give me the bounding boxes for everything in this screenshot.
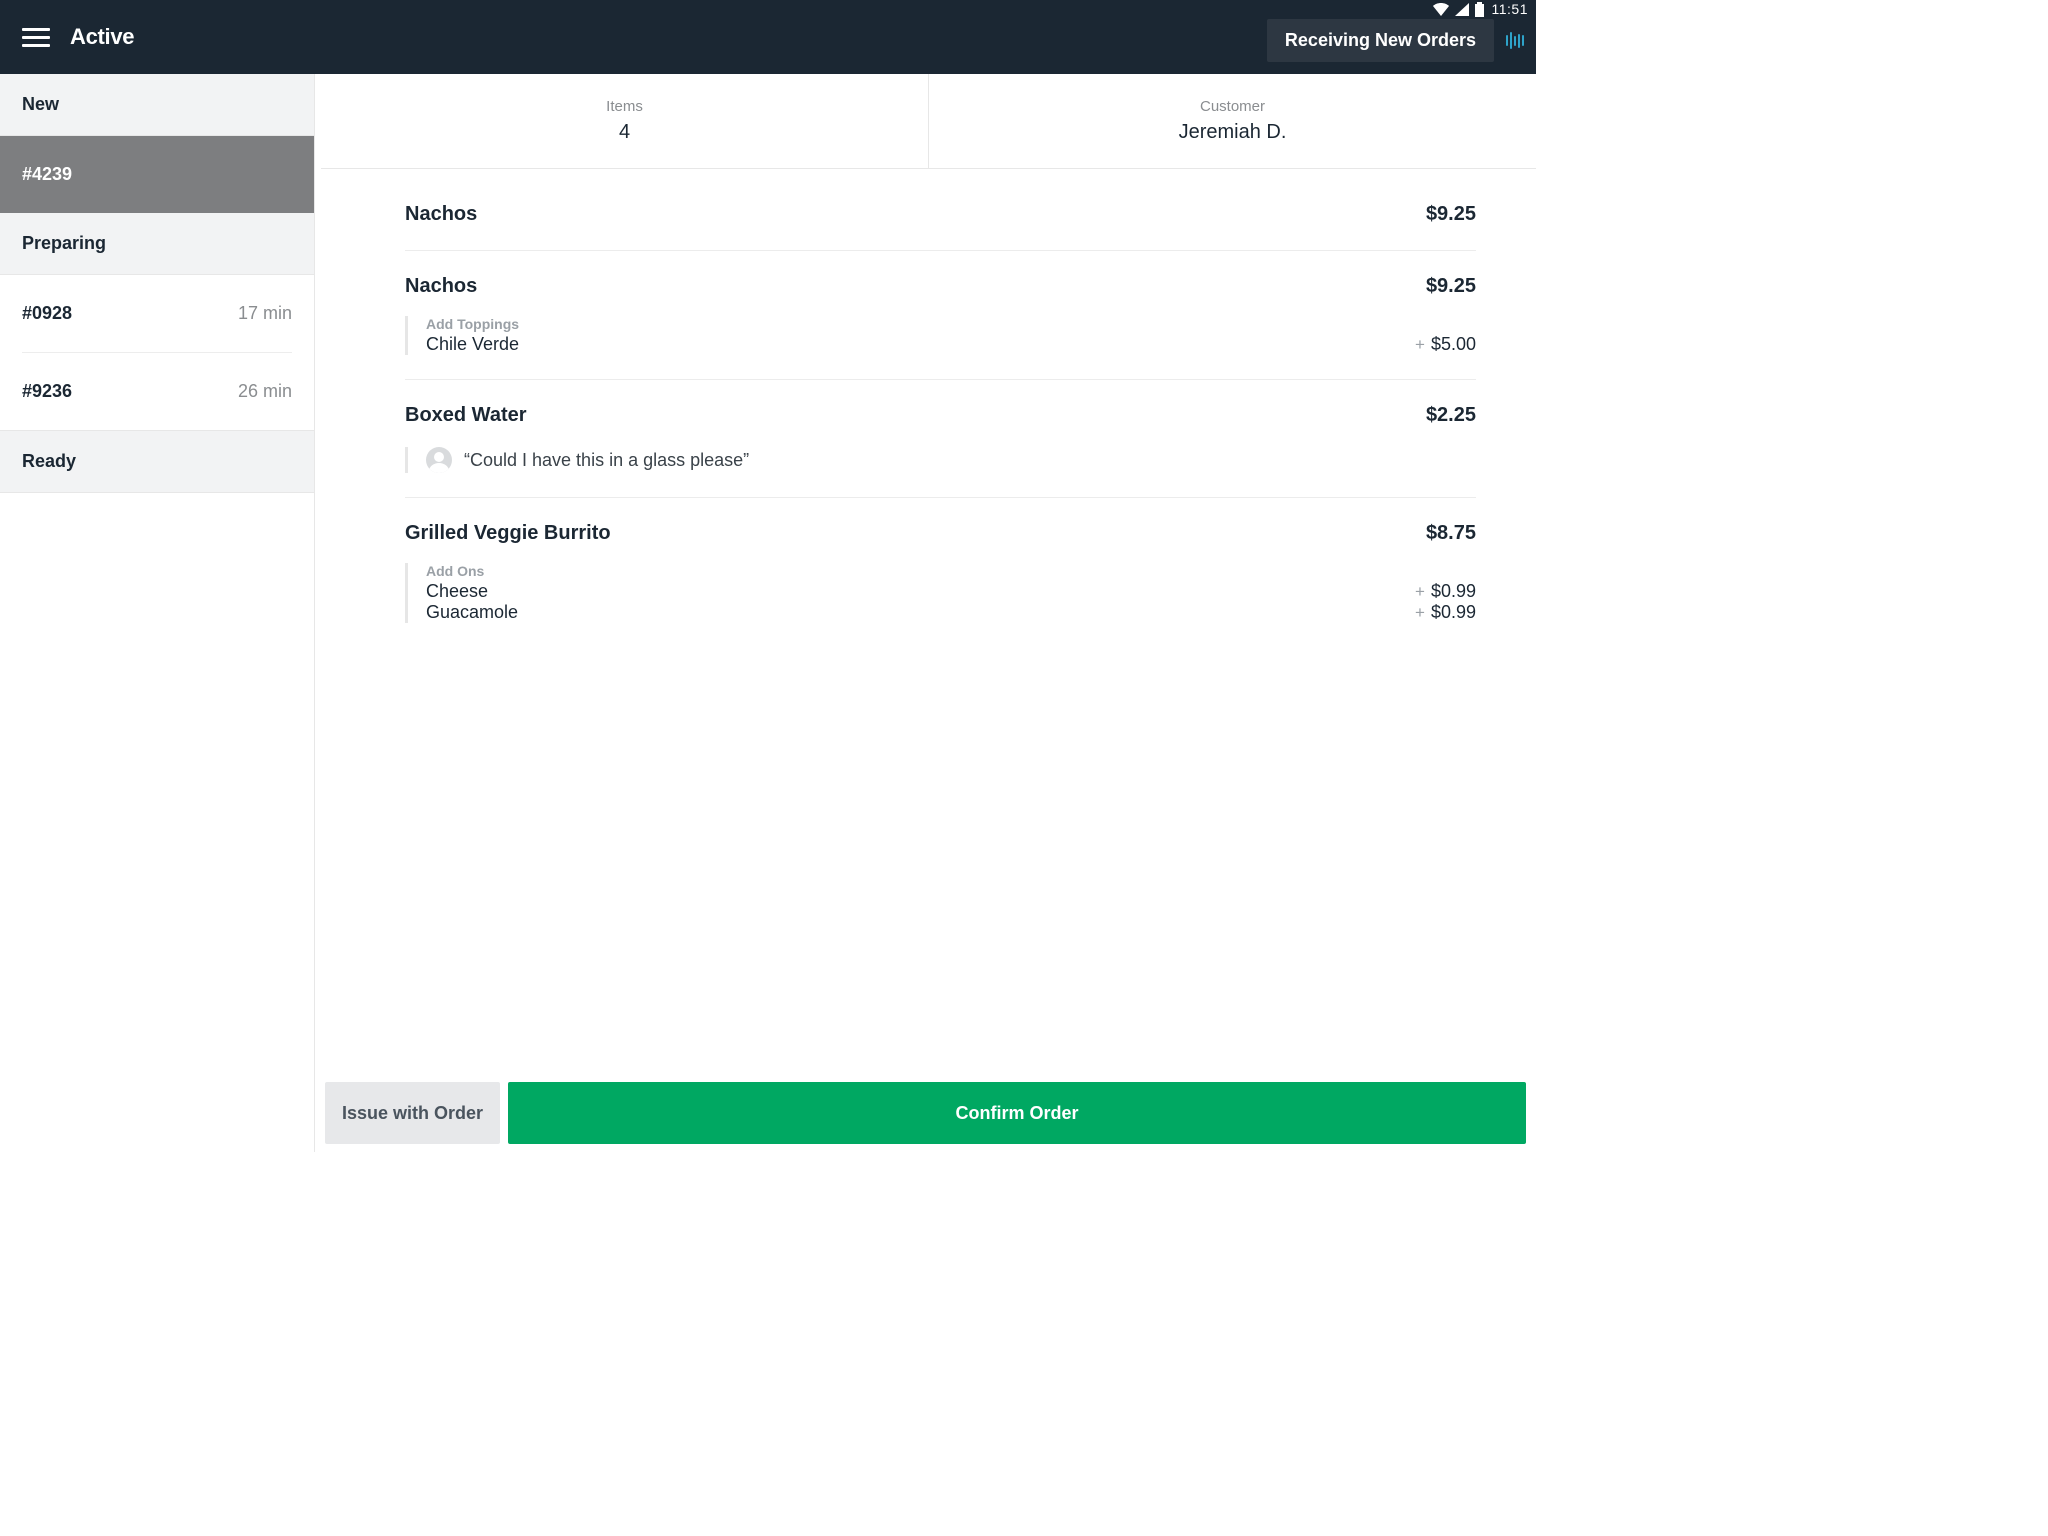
plus-icon: + — [1415, 582, 1425, 601]
note-text: “Could I have this in a glass please” — [464, 450, 749, 471]
modifier-price: +$0.99 — [1415, 602, 1476, 623]
status-bar-time: 11:51 — [1492, 1, 1529, 17]
modifier-group-label: Add Toppings — [426, 316, 1476, 332]
orders-sidebar: New #4239 Preparing #0928 17 min #9236 2… — [0, 74, 315, 1152]
summary-customer: Customer Jeremiah D. — [929, 74, 1536, 168]
item-price: $9.25 — [1426, 203, 1476, 226]
receiving-status-badge[interactable]: Receiving New Orders — [1267, 19, 1494, 62]
modifier-group-label: Add Ons — [426, 563, 1476, 579]
section-header-new[interactable]: New — [0, 74, 314, 136]
activity-pulse-icon[interactable] — [1502, 32, 1528, 49]
order-summary: Items 4 Customer Jeremiah D. — [321, 74, 1536, 169]
avatar-icon — [426, 447, 452, 473]
action-footer: Issue with Order Confirm Order — [325, 1082, 1526, 1144]
plus-icon: + — [1415, 603, 1425, 622]
issue-with-order-button[interactable]: Issue with Order — [325, 1082, 500, 1144]
confirm-order-button[interactable]: Confirm Order — [508, 1082, 1526, 1144]
modifier-group: Add Toppings Chile Verde +$5.00 — [405, 316, 1476, 355]
modifier-name: Guacamole — [426, 602, 518, 623]
summary-customer-label: Customer — [1200, 98, 1265, 115]
order-id: #9236 — [22, 381, 72, 402]
item-name: Boxed Water — [405, 404, 527, 427]
modifier-group: Add Ons Cheese +$0.99 Guacamole +$0.99 — [405, 563, 1476, 623]
wifi-icon — [1433, 3, 1449, 16]
customer-note: “Could I have this in a glass please” — [405, 447, 1476, 473]
app-header: 11:51 Active Receiving New Orders — [0, 0, 1536, 74]
order-id: #0928 — [22, 303, 72, 324]
order-id: #4239 — [22, 164, 72, 185]
order-elapsed: 17 min — [238, 303, 292, 324]
order-item-9236[interactable]: #9236 26 min — [0, 353, 314, 430]
order-detail: Items 4 Customer Jeremiah D. Nachos $9.2… — [315, 74, 1536, 1152]
item-name: Grilled Veggie Burrito — [405, 522, 611, 545]
modifier-price: +$0.99 — [1415, 581, 1476, 602]
order-item-0928[interactable]: #0928 17 min — [0, 275, 314, 352]
summary-items: Items 4 — [321, 74, 929, 168]
line-item: Nachos $9.25 Add Toppings Chile Verde +$… — [405, 251, 1476, 380]
modifier-price: +$5.00 — [1415, 334, 1476, 355]
line-item: Boxed Water $2.25 “Could I have this in … — [405, 380, 1476, 498]
modifier-row: Guacamole +$0.99 — [426, 602, 1476, 623]
item-name: Nachos — [405, 203, 477, 226]
summary-items-label: Items — [606, 98, 643, 115]
battery-icon — [1475, 2, 1484, 17]
order-elapsed: 26 min — [238, 381, 292, 402]
item-price: $9.25 — [1426, 275, 1476, 298]
summary-items-value: 4 — [619, 121, 630, 144]
plus-icon: + — [1415, 335, 1425, 354]
line-item: Grilled Veggie Burrito $8.75 Add Ons Che… — [405, 498, 1476, 623]
item-price: $8.75 — [1426, 522, 1476, 545]
section-header-ready[interactable]: Ready — [0, 431, 314, 493]
line-items-list[interactable]: Nachos $9.25 Nachos $9.25 Add Toppings C… — [315, 169, 1536, 1152]
order-item-4239[interactable]: #4239 — [0, 136, 314, 213]
item-price: $2.25 — [1426, 404, 1476, 427]
modifier-name: Cheese — [426, 581, 488, 602]
cell-signal-icon — [1455, 3, 1469, 16]
page-title: Active — [70, 24, 134, 50]
summary-customer-value: Jeremiah D. — [1179, 121, 1287, 144]
modifier-row: Cheese +$0.99 — [426, 581, 1476, 602]
section-header-preparing[interactable]: Preparing — [0, 213, 314, 275]
line-item: Nachos $9.25 — [405, 179, 1476, 251]
device-status-bar: 11:51 — [1433, 0, 1529, 19]
modifier-row: Chile Verde +$5.00 — [426, 334, 1476, 355]
modifier-name: Chile Verde — [426, 334, 519, 355]
menu-icon[interactable] — [22, 28, 50, 47]
item-name: Nachos — [405, 275, 477, 298]
